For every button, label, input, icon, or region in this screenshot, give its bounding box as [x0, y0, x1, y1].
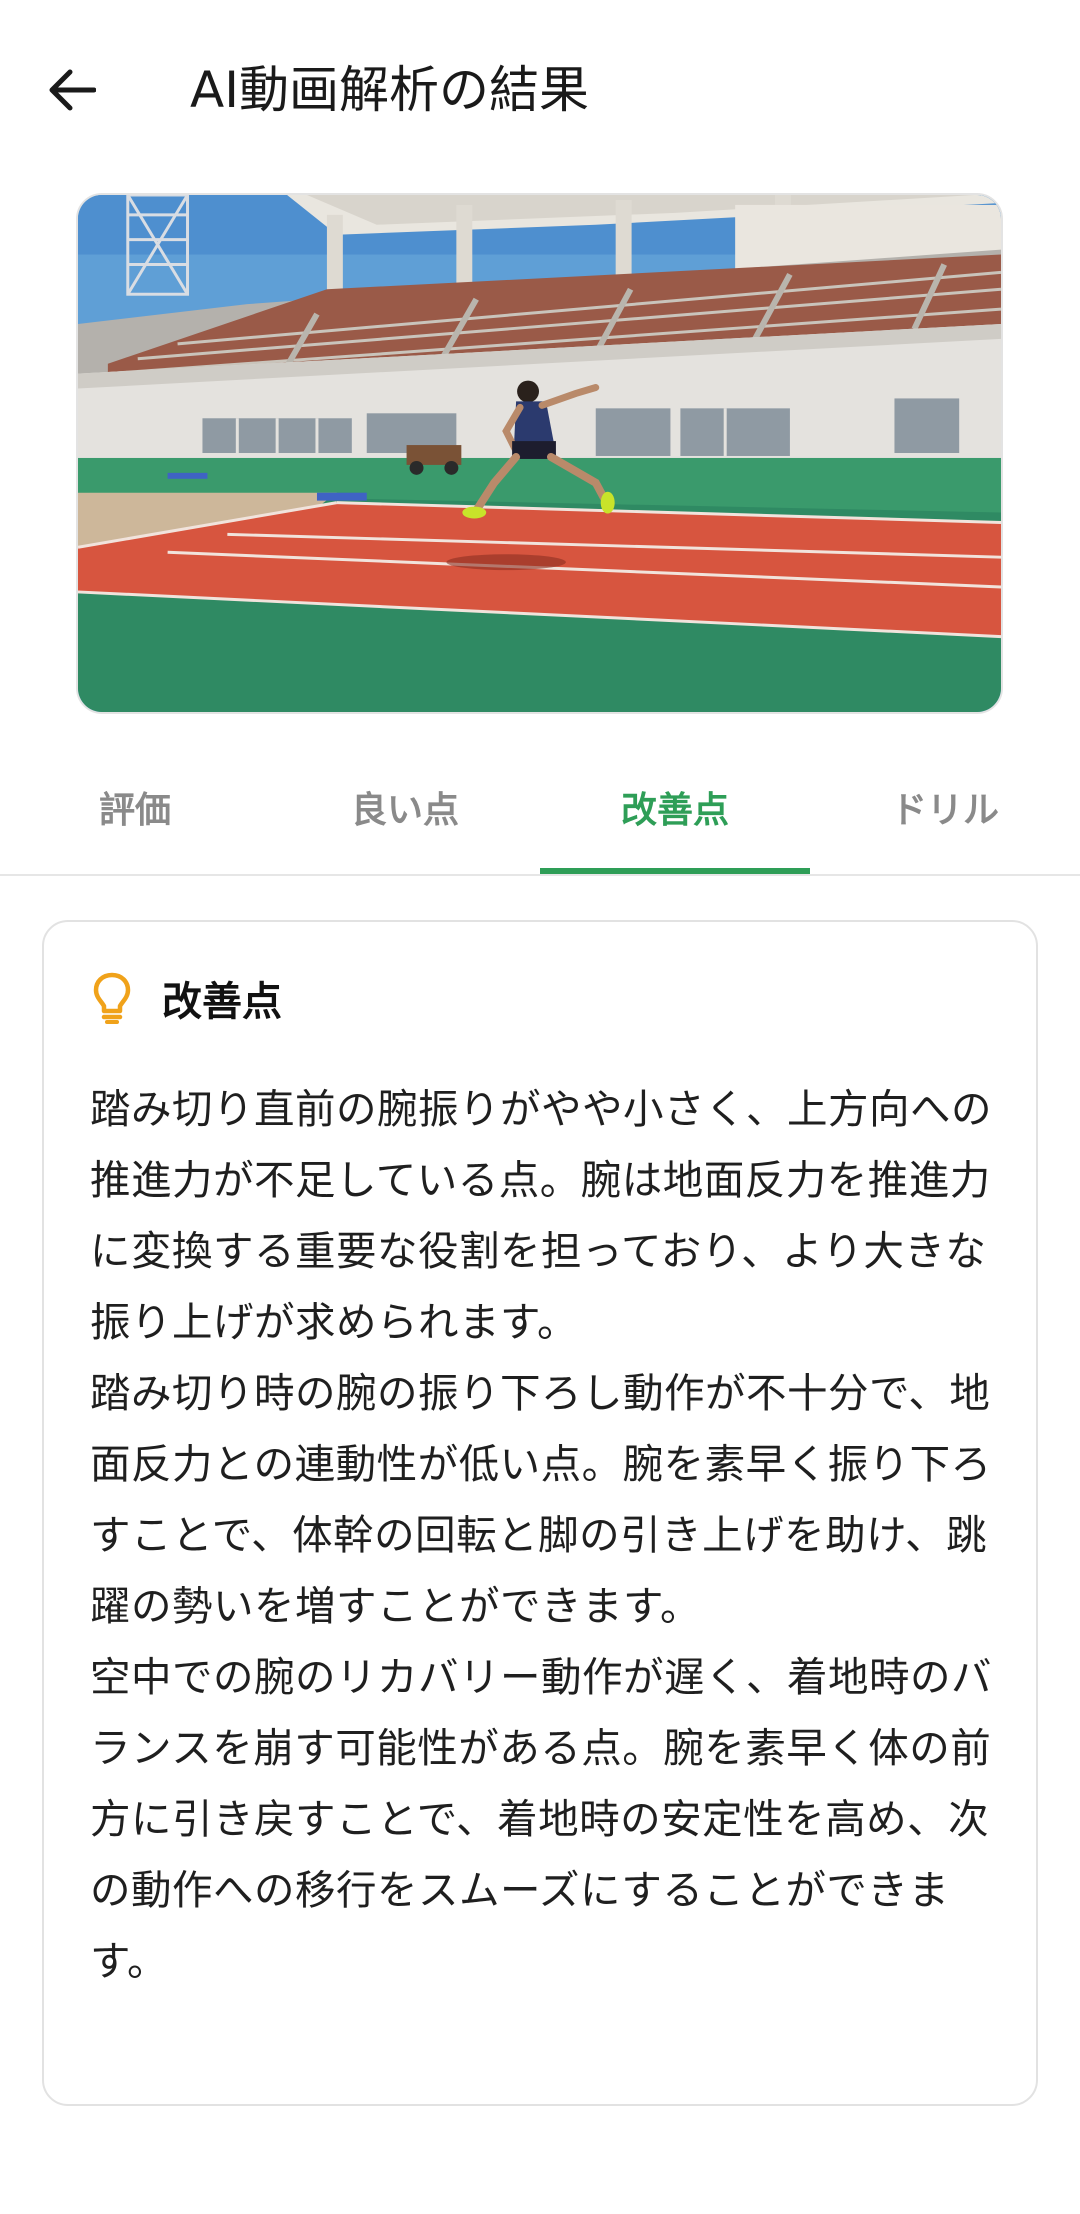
tab-drills[interactable]: ドリル	[810, 740, 1080, 874]
active-tab-indicator	[540, 868, 810, 874]
card-body-text: 踏み切り直前の腕振りがやや小さく、上方向への推進力が不足している点。腕は地面反力…	[90, 1085, 992, 1985]
lightbulb-icon	[90, 970, 134, 1026]
tab-improvements[interactable]: 改善点	[540, 740, 810, 874]
arrow-left-icon	[49, 69, 96, 111]
tab-bar: 評価 良い点 改善点 ドリル	[0, 740, 1080, 876]
app-bar: AI動画解析の結果	[0, 0, 1080, 180]
page-title: AI動画解析の結果	[190, 61, 589, 119]
tab-good-points[interactable]: 良い点	[270, 740, 540, 874]
card-header: 改善点	[90, 968, 282, 1028]
improvement-card: 改善点 踏み切り直前の腕振りがやや小さく、上方向への推進力が不足している点。腕は…	[42, 920, 1038, 2106]
back-button[interactable]	[40, 48, 104, 132]
stadium-long-jump-image	[78, 195, 1001, 712]
card-title: 改善点	[162, 979, 282, 1025]
video-thumbnail[interactable]	[76, 193, 1003, 714]
tab-evaluation[interactable]: 評価	[0, 740, 270, 874]
